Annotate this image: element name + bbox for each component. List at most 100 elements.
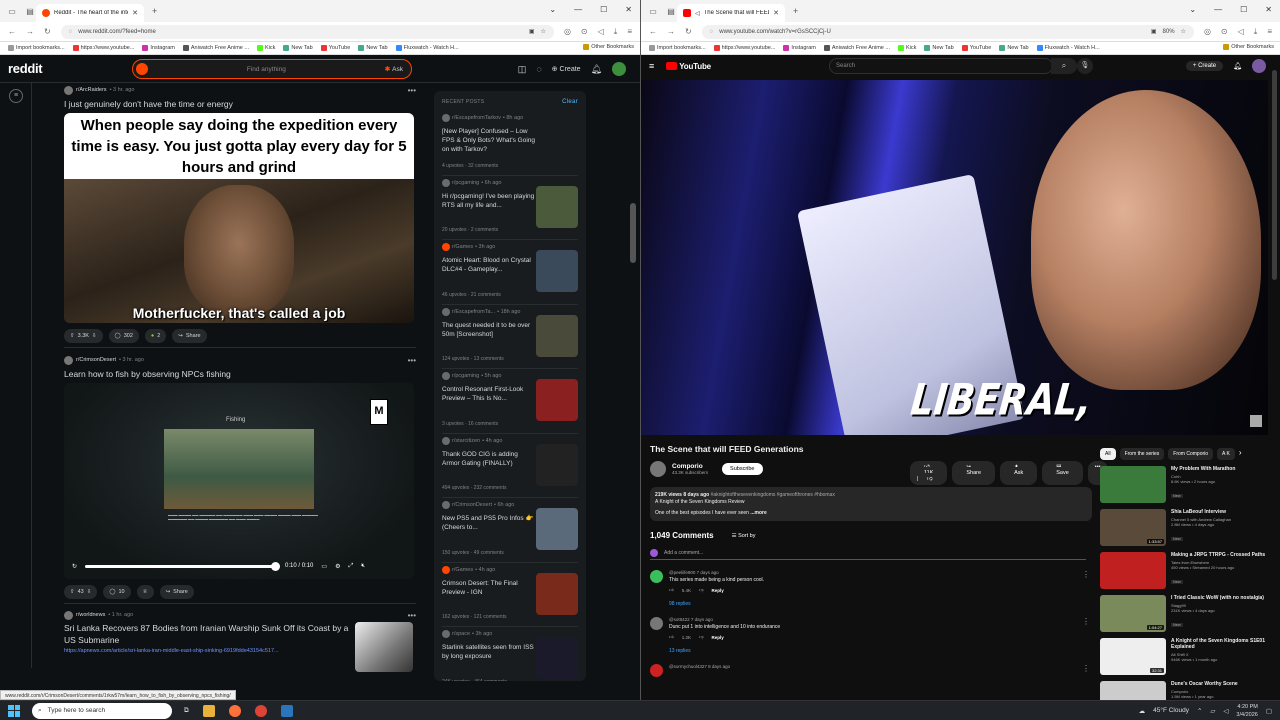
url-field[interactable]: ◌ www.reddit.com/?feed=home ▣ ☆ (60, 24, 554, 39)
recommended-video[interactable]: 32:31 A Knight of the Seven Kingdoms S1E0… (1100, 638, 1272, 675)
post-image[interactable]: When people say doing the expedition eve… (64, 113, 414, 323)
bookmark-item[interactable]: New Tab (283, 45, 313, 51)
recommended-video[interactable]: My Problem With Marathon Cohh 8.6K views •… (1100, 466, 1272, 503)
forward-icon[interactable]: → (26, 27, 34, 36)
recommended-video-title[interactable]: Making a JRPG TTRPG - Crossed Paths (1171, 552, 1265, 558)
description-box[interactable]: 219K views 8 days ago #aknightoftheseven… (650, 487, 1092, 521)
close-window-icon[interactable]: ✕ (625, 5, 632, 14)
video-thumbnail[interactable]: 1:04:27 (1100, 595, 1166, 632)
shield-ext-icon[interactable]: ⊙ (581, 27, 588, 36)
star-icon[interactable]: ☆ (1181, 28, 1186, 35)
other-bookmarks[interactable]: Other Bookmarks (1223, 44, 1274, 50)
captions-icon[interactable]: ▭ (321, 563, 327, 570)
recent-post-item[interactable]: r/EscapefromTarkov • 8h ago [New Player] C… (442, 111, 578, 176)
download-icon[interactable]: ⤓ (614, 27, 618, 37)
recent-post-item[interactable]: r/CrimsonDesert • 6h ago New PS5 and PS5 P… (442, 498, 578, 563)
clear-button[interactable]: Clear (562, 99, 578, 105)
network-icon[interactable]: ▱ (1210, 707, 1215, 715)
reload-icon[interactable]: ↻ (685, 27, 692, 36)
recent-post-subreddit[interactable]: r/pcgaming (452, 180, 479, 186)
filter-chip[interactable]: A K (1217, 448, 1235, 460)
scrollbar[interactable] (630, 203, 636, 263)
scrollbar[interactable] (1272, 70, 1277, 280)
minimize-icon[interactable]: — (1214, 5, 1222, 14)
post-title[interactable]: I just genuinely don't have the time or … (64, 99, 416, 109)
taskbar-search[interactable]: ⌕ Type here to search (32, 702, 172, 719)
commenter-avatar[interactable] (650, 570, 663, 583)
forward-icon[interactable]: → (667, 27, 675, 36)
tab-youtube[interactable]: ◁ The Scene that will FEED G... ✕ (677, 4, 785, 22)
reply-button[interactable]: Reply (712, 635, 724, 640)
maximize-icon[interactable]: ☐ (600, 5, 607, 14)
award-button[interactable]: ● 2 (144, 329, 167, 343)
settings-gear-icon[interactable]: ⚙ (335, 563, 340, 570)
tab-list-icon[interactable]: ▤ (665, 7, 677, 16)
bookmark-item[interactable]: New Tab (358, 45, 388, 51)
recent-post-thumbnail[interactable] (536, 508, 578, 550)
close-tab-icon[interactable]: ✕ (132, 9, 138, 17)
steam-icon[interactable] (280, 704, 293, 717)
ask-button[interactable]: ✦ Ask (1000, 461, 1038, 485)
notifications-icon[interactable]: 🔔︎ (591, 64, 602, 75)
recent-post-thumbnail[interactable] (536, 637, 578, 679)
commenter-avatar[interactable] (650, 617, 663, 630)
sort-button[interactable]: ☰ Sort by (732, 533, 756, 539)
speaker-icon[interactable]: ◁ (695, 10, 700, 17)
recent-post-title[interactable]: Crimson Desert: The Final Preview - IGN (442, 579, 536, 597)
more-options-icon[interactable]: ••• (408, 86, 416, 95)
create-button[interactable]: ⊕ Create (552, 65, 581, 74)
shield-ext-icon[interactable]: ⊙ (1221, 27, 1228, 36)
chat-icon[interactable]: ◌ (536, 64, 541, 74)
filter-chip[interactable]: All (1100, 448, 1116, 460)
post-title[interactable]: Learn how to fish by observing NPCs fish… (64, 369, 416, 379)
chevron-down-icon[interactable]: ⌄ (1189, 5, 1196, 14)
filter-chip[interactable]: From Comporio (1168, 448, 1214, 460)
share-button[interactable]: ↪ Share (952, 461, 996, 485)
comment-username[interactable]: @sorrnychuol4327 (669, 664, 707, 669)
reload-icon[interactable]: ↻ (44, 27, 51, 36)
ask-button[interactable]: ✱ Ask (385, 65, 403, 74)
recent-post-thumbnail[interactable] (536, 379, 578, 421)
bookmark-item[interactable]: YouTube (320, 45, 350, 51)
search-icon[interactable]: ⌕ (1051, 58, 1077, 74)
thumbs-up-icon[interactable]: 👍︎ (669, 634, 674, 640)
video-player[interactable]: LIBERAL, (641, 80, 1268, 435)
recent-post-thumbnail[interactable] (536, 250, 578, 292)
recent-post-item[interactable]: r/pcgaming • 6h ago Hi r/pcgaming! I've be… (442, 176, 578, 240)
recommended-video-title[interactable]: A Knight of the Seven Kingdoms S1E01 Exp… (1171, 638, 1272, 650)
thumbs-down-icon[interactable]: 👎︎ (699, 587, 704, 593)
progress-knob[interactable] (271, 561, 281, 571)
recent-post-item[interactable]: r/Games • 4h ago Crimson Desert: The Final… (442, 563, 578, 627)
video-thumbnail[interactable]: 1:33:57 (1100, 509, 1166, 546)
video-thumbnail[interactable] (1100, 681, 1166, 700)
bookmark-item[interactable]: Fluxwatch - Watch H... (1036, 45, 1100, 51)
recommended-video[interactable]: 1:04:27 I Tried Classic WoW (with no nost… (1100, 595, 1272, 632)
recent-post-item[interactable]: r/space • 3h ago Starlink satellites seen … (442, 627, 578, 681)
more-options-icon[interactable]: ••• (408, 611, 416, 620)
sound-icon[interactable]: ◁ (598, 27, 604, 36)
notifications-icon[interactable]: 🔔︎ (1233, 62, 1242, 70)
minimize-icon[interactable]: — (574, 5, 582, 14)
bookmark-item[interactable]: Kick (897, 45, 916, 51)
chevron-down-icon[interactable]: ⌄ (549, 5, 556, 14)
recent-post-subreddit[interactable]: r/pcgaming (452, 373, 479, 379)
thumbs-down-icon[interactable]: 👎︎ (699, 634, 704, 640)
subreddit-name[interactable]: r/worldnews (76, 612, 105, 618)
file-explorer-icon[interactable] (202, 704, 215, 717)
channel-name[interactable]: Comporio (672, 463, 708, 470)
menu-icon[interactable]: ≡ (1267, 27, 1272, 36)
recent-post-title[interactable]: [New Player] Confused – Low FPS & Only B… (442, 127, 536, 154)
tab-list-icon[interactable]: ▤ (24, 7, 36, 16)
reader-icon[interactable]: ▣ (1151, 28, 1157, 35)
youtube-logo[interactable]: YouTube (666, 62, 711, 71)
video-player[interactable]: Fishing ▬▬▬ ▬▬▬▬ ▬▬ ▬▬▬▬▬ ▬▬ ▬▬▬▬▬▬ ▬▬▬ … (64, 383, 414, 579)
like-button[interactable]: 👍︎ 11K | 👎︎ (910, 461, 948, 485)
new-tab-icon[interactable]: + (793, 6, 798, 16)
recommended-video[interactable]: Dune's Oscar Worthy Scene Comporio 1.5M vi… (1100, 681, 1272, 700)
window-menu-icon[interactable]: ▭ (6, 7, 18, 16)
post-title[interactable]: Sri Lanka Recovers 87 Bodies from Irania… (64, 622, 349, 646)
recent-post-subreddit[interactable]: r/starcitizen (452, 438, 480, 444)
expand-nav-icon[interactable]: ≡ (9, 89, 23, 103)
microphone-icon[interactable]: 🎙︎ (1077, 58, 1093, 74)
reply-button[interactable]: Reply (712, 588, 724, 593)
